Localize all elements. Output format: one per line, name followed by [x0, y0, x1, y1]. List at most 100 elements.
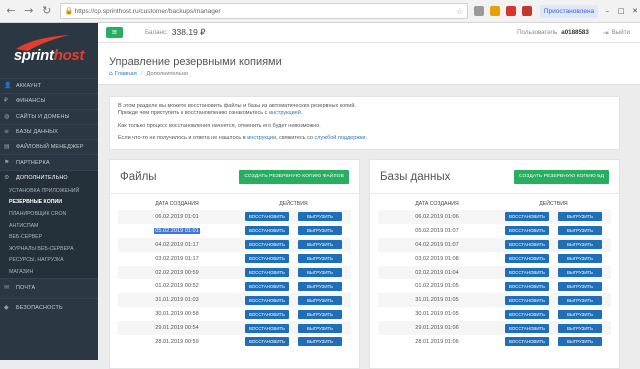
sidebar-item[interactable]: ≡ Базы данных [0, 123, 98, 139]
backup-date: 31.01.2019 01:05 [378, 297, 496, 303]
restore-button[interactable]: Восстановить [245, 240, 289, 250]
sidebar-item[interactable]: ⚙ Дополнительно [0, 169, 98, 186]
sidebar-subitem[interactable]: Магазин [0, 266, 98, 278]
forward-icon[interactable]: → [22, 4, 36, 18]
sidebar-subitem[interactable]: Журналы веб-сервера [0, 243, 98, 255]
download-button[interactable]: Выгрузить [558, 281, 602, 291]
sidebar-item[interactable]: ⚑ Партнерка [0, 154, 98, 169]
backup-date-text: 06.02.2019 01:06 [415, 213, 459, 220]
sidebar-subitem[interactable]: Веб-сервер [0, 231, 98, 244]
sidebar-subitem[interactable]: Резервные копии [0, 196, 98, 209]
download-button[interactable]: Выгрузить [558, 295, 602, 305]
table-row: 28.01.2019 01:06 Восстановить Выгрузить [378, 335, 611, 349]
gear-icon: ⚙ [4, 173, 10, 181]
backup-date: 05.02.2019 01:07 [378, 228, 496, 234]
download-button[interactable]: Выгрузить [298, 226, 342, 236]
restore-button[interactable]: Восстановить [505, 226, 549, 236]
back-icon[interactable]: ← [4, 4, 18, 18]
download-button[interactable]: Выгрузить [558, 240, 602, 250]
download-button[interactable]: Выгрузить [298, 295, 342, 305]
sidebar-item[interactable]: ₽ Финансы [0, 93, 98, 108]
extension-icon[interactable] [490, 6, 500, 16]
table-row: 05.02.2019 01:07 Восстановить Выгрузить [378, 224, 611, 238]
download-button[interactable]: Выгрузить [558, 268, 602, 277]
restore-button[interactable]: Восстановить [505, 295, 549, 305]
sidebar-subitem[interactable]: Установка приложений [0, 185, 98, 197]
user-value: a0188583 [561, 29, 589, 36]
address-bar[interactable]: 🔒 https://cp.sprinthost.ru/customer/back… [59, 3, 469, 19]
instruction-link[interactable]: инструкции [247, 135, 276, 141]
restore-button[interactable]: Восстановить [245, 323, 289, 333]
logo[interactable]: sprinthost [0, 23, 98, 78]
restore-button[interactable]: Восстановить [505, 254, 549, 264]
support-link[interactable]: службой поддержки [315, 135, 366, 141]
restore-button[interactable]: Восстановить [245, 268, 289, 277]
extension-icon[interactable] [521, 6, 532, 16]
backup-date-text: 02.02.2019 00:59 [155, 269, 199, 276]
sidebar-subitem[interactable]: Ресурсы, нагрузка [0, 254, 98, 267]
star-icon[interactable]: ☆ [456, 7, 463, 16]
restore-button[interactable]: Восстановить [245, 309, 289, 319]
sidebar-item[interactable]: ◆ Безопасность [0, 297, 98, 318]
profile-chip[interactable]: Приостановлена [539, 4, 599, 18]
create-db-backup-button[interactable]: Создать резервную копию БД [513, 169, 609, 184]
restore-button[interactable]: Восстановить [505, 323, 549, 333]
restore-button[interactable]: Восстановить [245, 212, 289, 222]
balance-value[interactable]: 338.19 ₽ [172, 27, 206, 38]
download-button[interactable]: Выгрузить [298, 281, 342, 291]
download-button[interactable]: Выгрузить [298, 254, 342, 264]
download-button[interactable]: Выгрузить [298, 309, 342, 319]
sidebar-subitem[interactable]: Планировщик CRON [0, 208, 98, 220]
restore-button[interactable]: Восстановить [505, 268, 549, 277]
menu-toggle-button[interactable]: ≡ [106, 27, 123, 38]
download-button[interactable]: Выгрузить [558, 337, 602, 347]
backup-date: 30.01.2019 01:05 [378, 311, 496, 317]
reload-icon[interactable]: ↻ [40, 4, 54, 18]
maximize-icon[interactable]: □ [616, 6, 626, 16]
logout-button[interactable]: ⇥ Выйти [603, 29, 630, 37]
row-actions: Восстановить Выгрузить [496, 281, 611, 291]
restore-button[interactable]: Восстановить [245, 337, 289, 347]
extension-icon[interactable] [474, 6, 485, 16]
row-actions: Восстановить Выгрузить [496, 254, 611, 264]
instruction-link[interactable]: инструкцией [269, 110, 301, 116]
download-button[interactable]: Выгрузить [298, 212, 342, 222]
info-text: Если что-то не получилось и ответа не на… [118, 134, 248, 141]
restore-button[interactable]: Восстановить [505, 309, 549, 319]
download-button[interactable]: Выгрузить [558, 226, 602, 236]
backup-date: 06.02.2019 01:01 [118, 214, 236, 220]
restore-button[interactable]: Восстановить [245, 281, 289, 291]
restore-button[interactable]: Восстановить [245, 254, 289, 264]
close-icon[interactable]: ✕ [630, 6, 640, 16]
sidebar-item[interactable]: ◍ Сайты и домены [0, 108, 98, 124]
row-actions: Восстановить Выгрузить [236, 337, 351, 347]
restore-button[interactable]: Восстановить [505, 240, 549, 250]
breadcrumb-home-link[interactable]: Главная [115, 71, 137, 77]
info-text: . [300, 110, 303, 117]
sidebar-subitem[interactable]: Антиспам [0, 219, 98, 232]
table-row: 30.01.2019 00:58 Восстановить Выгрузить [118, 307, 351, 321]
info-text: . [365, 134, 367, 141]
download-button[interactable]: Выгрузить [298, 323, 342, 333]
restore-button[interactable]: Восстановить [245, 226, 289, 236]
restore-button[interactable]: Восстановить [245, 295, 289, 305]
minimize-icon[interactable]: – [602, 6, 612, 16]
table-row: 01.02.2019 00:52 Восстановить Выгрузить [118, 279, 351, 293]
download-button[interactable]: Выгрузить [558, 323, 602, 333]
backup-date-text: 28.01.2019 01:06 [415, 338, 459, 345]
sidebar-item[interactable]: ✉ Почта [0, 277, 98, 298]
sidebar-item[interactable]: 👤 Аккаунт [0, 78, 98, 93]
opera-icon[interactable] [505, 6, 516, 16]
download-button[interactable]: Выгрузить [558, 254, 602, 264]
download-button[interactable]: Выгрузить [558, 212, 602, 222]
restore-button[interactable]: Восстановить [505, 337, 549, 347]
sidebar-item[interactable]: ▤ Файловый менеджер [0, 139, 98, 154]
restore-button[interactable]: Восстановить [505, 281, 549, 291]
download-button[interactable]: Выгрузить [298, 337, 342, 347]
download-button[interactable]: Выгрузить [298, 240, 342, 250]
sidebar-item-label: Сайты и домены [16, 113, 70, 120]
restore-button[interactable]: Восстановить [505, 212, 549, 222]
download-button[interactable]: Выгрузить [298, 268, 342, 277]
download-button[interactable]: Выгрузить [558, 309, 602, 319]
create-files-backup-button[interactable]: Создать резервную копию файлов [239, 169, 349, 184]
